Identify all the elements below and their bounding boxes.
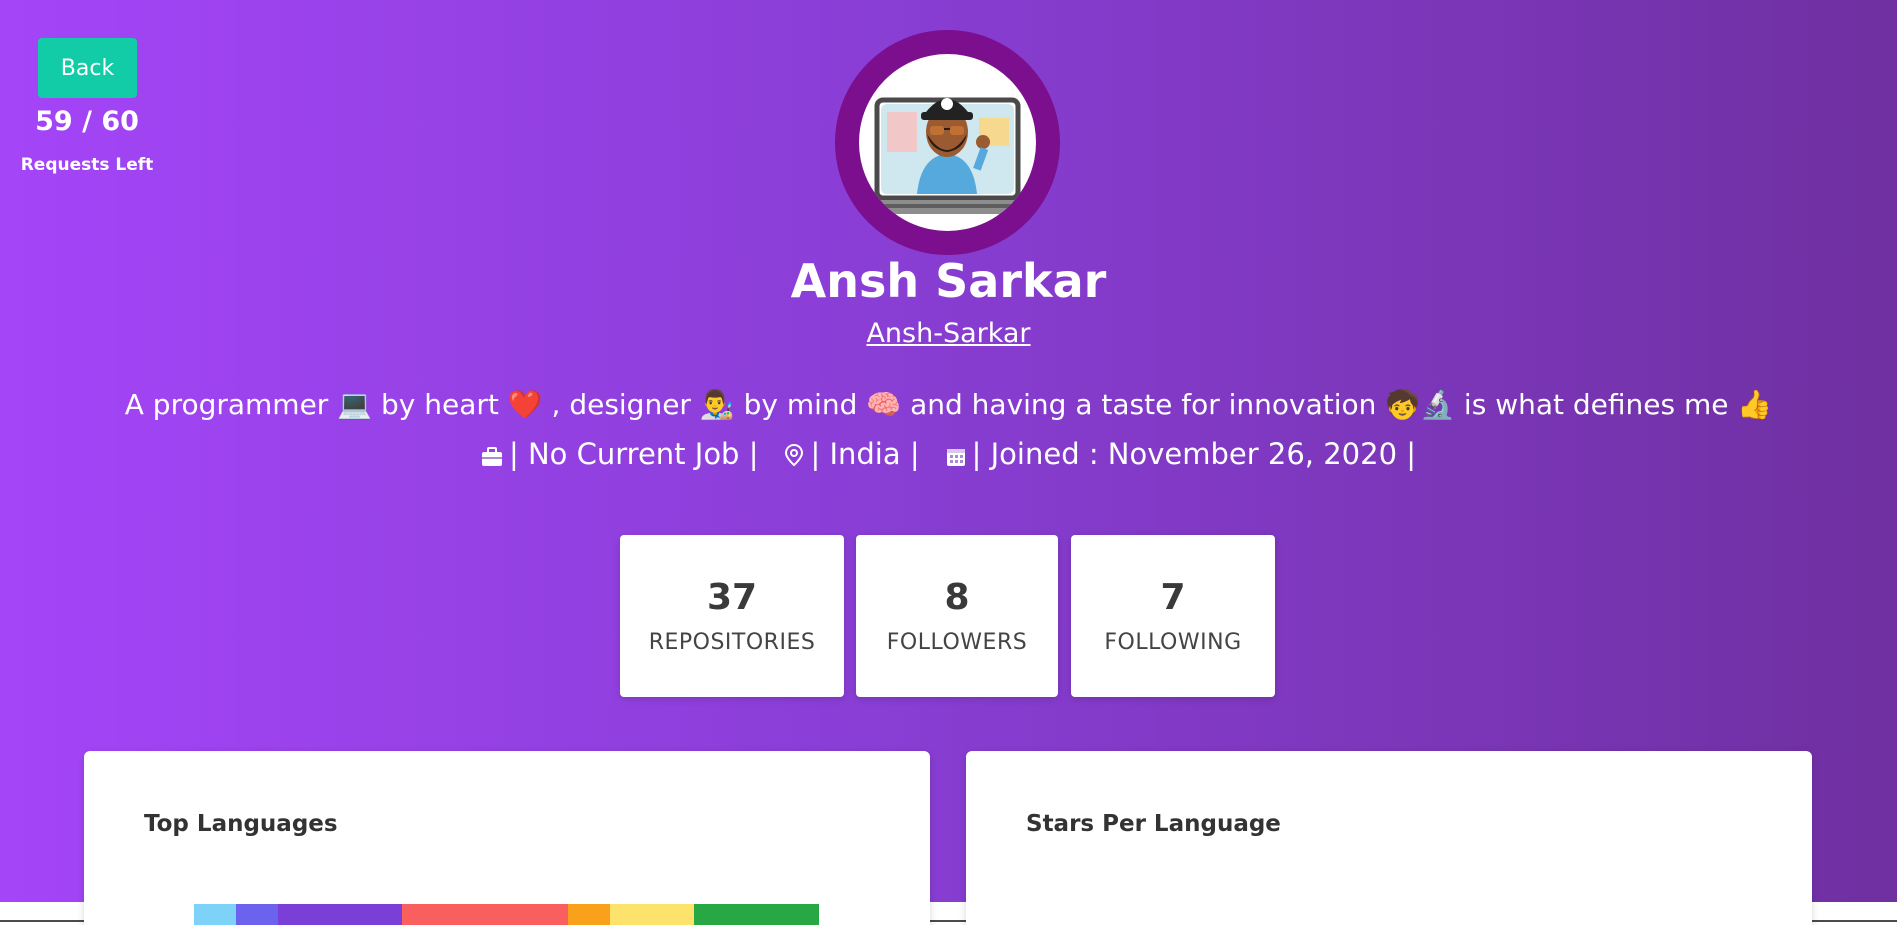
profile-username-wrap: Ansh-Sarkar: [0, 318, 1897, 349]
avatar-image: [859, 54, 1036, 231]
stat-label: FOLLOWING: [1104, 630, 1242, 655]
stat-value: 7: [1160, 577, 1186, 618]
back-button[interactable]: Back: [38, 38, 137, 98]
stat-value: 37: [706, 577, 758, 618]
location-pin-icon: [784, 440, 804, 474]
language-segment: [694, 904, 819, 925]
top-languages-panel: Top Languages: [84, 751, 930, 925]
avatar: [835, 30, 1060, 255]
job-text: | No Current Job |: [508, 437, 759, 471]
language-segment: [194, 904, 236, 925]
profile-meta: | No Current Job | | India | | Joined : …: [0, 437, 1897, 474]
stat-card-followers: 8 FOLLOWERS: [856, 535, 1058, 697]
language-segment: [568, 904, 610, 925]
briefcase-icon: [481, 440, 503, 474]
location-text: | India |: [810, 437, 920, 471]
requests-count: 59 / 60: [35, 106, 139, 137]
top-languages-title: Top Languages: [144, 811, 338, 837]
stat-label: FOLLOWERS: [886, 630, 1028, 655]
stars-per-language-panel: Stars Per Language: [966, 751, 1812, 925]
profile-name: Ansh Sarkar: [790, 254, 1107, 308]
profile-bio: A programmer 💻 by heart ❤️ , designer 👨‍…: [124, 388, 1773, 421]
calendar-icon: [946, 440, 966, 474]
stars-per-language-title: Stars Per Language: [1026, 811, 1281, 837]
language-segment: [236, 904, 278, 925]
stat-value: 8: [944, 577, 970, 618]
requests-left-label: Requests Left: [20, 155, 154, 175]
stat-card-repositories: 37 REPOSITORIES: [620, 535, 844, 697]
language-segment: [610, 904, 694, 925]
profile-username-link[interactable]: Ansh-Sarkar: [866, 318, 1030, 349]
stat-card-following: 7 FOLLOWING: [1071, 535, 1275, 697]
joined-text: | Joined : November 26, 2020 |: [971, 437, 1417, 471]
language-segment: [402, 904, 568, 925]
language-bar: [194, 904, 819, 925]
language-segment: [278, 904, 402, 925]
stat-label: REPOSITORIES: [648, 630, 816, 655]
